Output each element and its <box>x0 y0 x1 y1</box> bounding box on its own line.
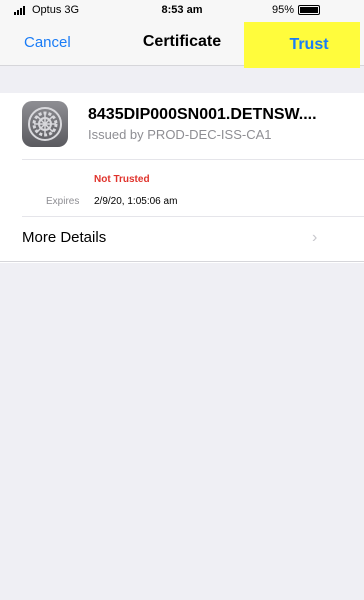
more-details-row[interactable]: More Details › <box>0 217 364 261</box>
certificate-name: 8435DIP000SN001.DETNSW.... <box>88 106 317 123</box>
screen: Optus 3G 8:53 am 95% Cancel Certificate … <box>0 0 364 600</box>
certificate-issuer: Issued by PROD-DEC-ISS-CA1 <box>88 127 272 142</box>
trust-button-label: Trust <box>289 36 329 53</box>
trust-status-label: Not Trusted <box>94 174 150 185</box>
battery-icon <box>298 5 320 15</box>
divider <box>0 261 364 262</box>
status-bar: Optus 3G 8:53 am 95% <box>0 0 364 22</box>
trust-button[interactable]: Trust <box>244 22 360 68</box>
divider <box>22 159 364 160</box>
chevron-right-icon: › <box>312 229 318 246</box>
certificate-card: 8435DIP000SN001.DETNSW.... Issued by PRO… <box>0 93 364 263</box>
navigation-bar: Cancel Certificate Trust <box>0 22 364 68</box>
settings-gear-icon <box>22 101 68 147</box>
more-details-label: More Details <box>22 229 107 246</box>
battery-percentage: 95% <box>272 4 295 16</box>
expires-value: 2/9/20, 1:05:06 am <box>94 196 178 207</box>
expires-label: Expires <box>46 196 80 207</box>
